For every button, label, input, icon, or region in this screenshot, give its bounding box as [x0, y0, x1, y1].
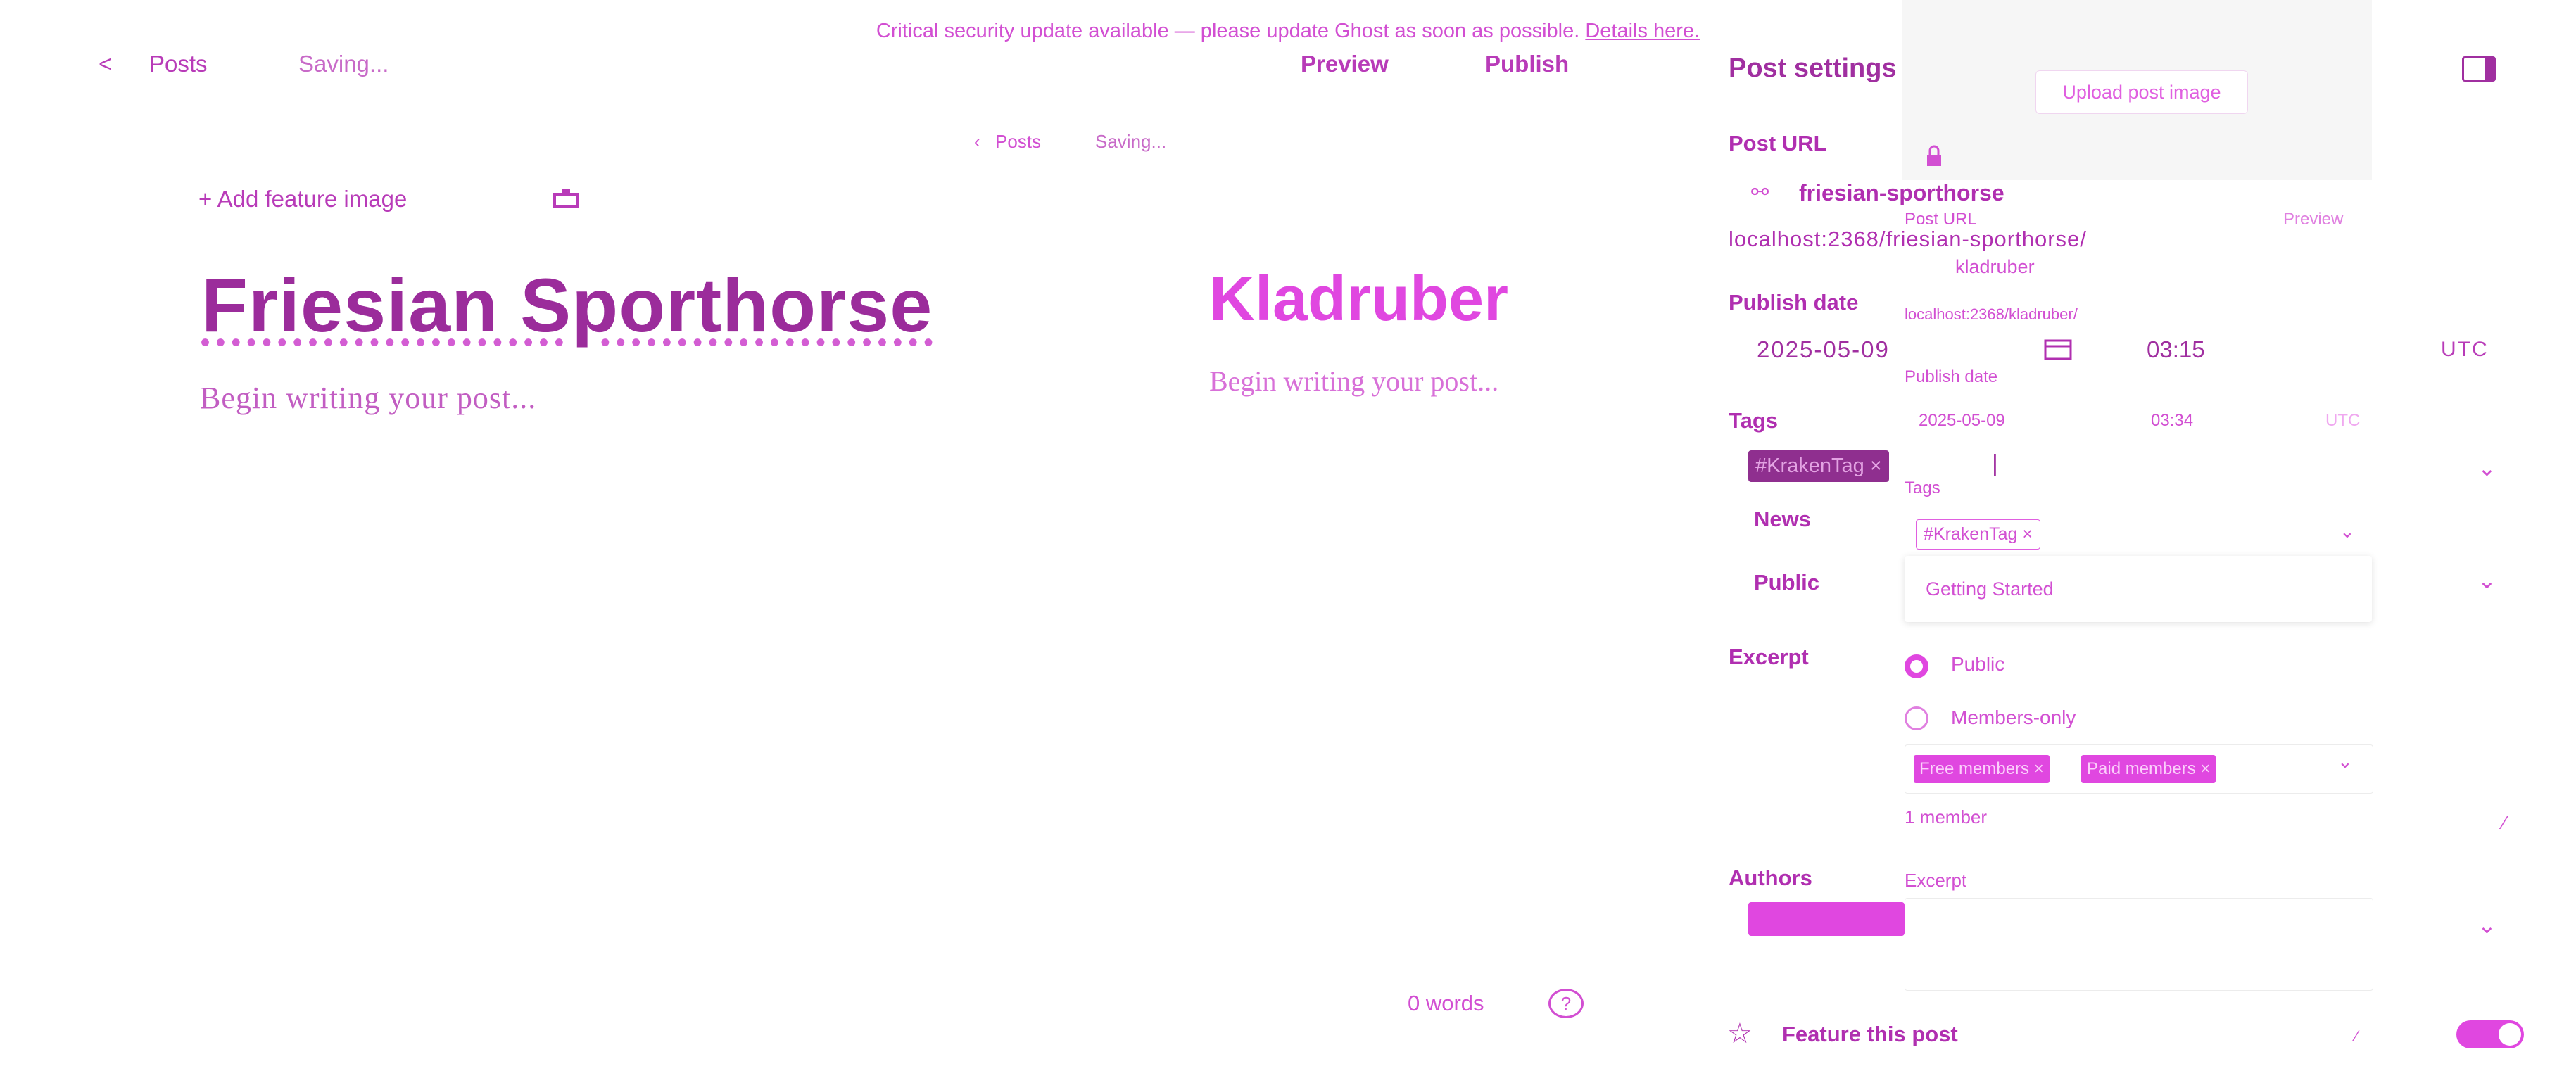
help-icon[interactable]: ? — [1548, 989, 1584, 1018]
radio-members-only[interactable] — [1905, 706, 1928, 730]
tags-input-cursor[interactable]: | — [1992, 450, 1998, 478]
radio-members-only-label: Members-only — [1951, 706, 2076, 728]
chip-free-members[interactable]: Free members × — [1914, 755, 2050, 783]
add-feature-image-button[interactable]: + Add feature image — [198, 186, 407, 213]
dropdown-option-getting-started[interactable]: Getting Started — [1926, 578, 2054, 600]
star-icon: ☆ — [1727, 1018, 1753, 1049]
saving-status: Saving... — [298, 51, 389, 77]
banner-text: Critical security update available — ple… — [876, 20, 1580, 42]
link-icon: ⚯ — [1751, 181, 1769, 204]
back-arrow-icon-secondary[interactable]: ‹ — [974, 131, 980, 153]
back-arrow-icon[interactable]: < — [99, 51, 112, 77]
visibility-chevron-down-icon[interactable]: ⌄ — [2477, 567, 2496, 594]
excerpt-label: Excerpt — [1729, 645, 1809, 669]
toggle-sidebar-icon[interactable] — [2462, 56, 2496, 82]
tiers-chevron-down-icon[interactable]: ⌄ — [2337, 751, 2353, 773]
resize-handle-icon[interactable]: ⁄ — [2503, 812, 2506, 834]
visibility-news-option[interactable]: News — [1754, 507, 1811, 532]
word-count: 0 words — [1408, 991, 1484, 1015]
post-url-text-secondary: localhost:2368/kladruber/ — [1905, 305, 2078, 323]
author-chip[interactable] — [1748, 902, 1905, 936]
preview-link-secondary[interactable]: Preview — [2283, 210, 2343, 229]
excerpt-resize-handle-icon[interactable]: ⁄ — [2355, 1027, 2358, 1046]
post-title[interactable]: Friesian Sporthorse — [201, 267, 933, 343]
post-slug-secondary[interactable]: kladruber — [1955, 256, 2035, 278]
tag-chip-secondary[interactable]: #KrakenTag × — [1916, 519, 2040, 550]
post-body-placeholder[interactable]: Begin writing your post... — [200, 380, 536, 416]
post-url-text: localhost:2368/friesian-sporthorse/ — [1729, 227, 2087, 251]
authors-label: Authors — [1729, 866, 1812, 890]
post-title-secondary[interactable]: Kladruber — [1209, 267, 1508, 331]
posts-link[interactable]: Posts — [149, 51, 208, 77]
feature-post-label: Feature this post — [1782, 1022, 1958, 1046]
publish-date-input[interactable]: 2025-05-09 — [1757, 336, 1890, 363]
member-tiers-select[interactable]: Free members × Paid members × ⌄ — [1905, 744, 2373, 794]
publish-date-input-secondary[interactable]: 2025-05-09 — [1919, 411, 2005, 431]
tags-chevron-down-icon[interactable]: ⌄ — [2477, 455, 2496, 481]
timezone-label: UTC — [2441, 338, 2489, 361]
member-count: 1 member — [1905, 806, 1988, 828]
publish-date-label: Publish date — [1729, 290, 1859, 315]
tags-label-secondary: Tags — [1905, 479, 1940, 498]
lock-icon — [1926, 145, 1943, 171]
publish-button[interactable]: Publish — [1485, 51, 1569, 77]
tag-chip[interactable]: #KrakenTag × — [1748, 450, 1889, 482]
timezone-label-secondary: UTC — [2325, 411, 2361, 430]
preview-button[interactable]: Preview — [1301, 51, 1389, 77]
post-settings-heading: Post settings — [1729, 53, 1897, 83]
publish-time-input[interactable]: 03:15 — [2147, 336, 2205, 363]
banner-link[interactable]: Details here. — [1585, 20, 1700, 42]
tags-label: Tags — [1729, 408, 1779, 433]
post-body-placeholder-secondary[interactable]: Begin writing your post... — [1209, 365, 1498, 398]
image-upload-icon[interactable] — [552, 187, 580, 208]
excerpt-textarea[interactable] — [1905, 898, 2373, 991]
tags-chevron-down-icon-secondary[interactable]: ⌄ — [2340, 521, 2355, 543]
radio-public[interactable] — [1905, 654, 1928, 678]
calendar-icon[interactable] — [2044, 336, 2072, 364]
post-url-label: Post URL — [1729, 131, 1827, 156]
feature-post-toggle[interactable] — [2456, 1020, 2524, 1048]
saving-status-secondary: Saving... — [1095, 131, 1167, 152]
publish-time-input-secondary[interactable]: 03:34 — [2151, 411, 2193, 431]
upload-post-image-button[interactable]: Upload post image — [2035, 70, 2248, 114]
post-slug-input[interactable]: friesian-sporthorse — [1799, 180, 2004, 206]
excerpt-label-secondary: Excerpt — [1905, 870, 1967, 891]
authors-chevron-down-icon[interactable]: ⌄ — [2477, 912, 2496, 939]
tags-dropdown: Getting Started — [1905, 556, 2372, 622]
posts-link-secondary[interactable]: Posts — [995, 131, 1041, 153]
chip-paid-members[interactable]: Paid members × — [2081, 755, 2216, 783]
visibility-public-option[interactable]: Public — [1754, 570, 1819, 595]
radio-public-label: Public — [1951, 653, 2005, 675]
publish-date-label-secondary: Publish date — [1905, 367, 1998, 386]
